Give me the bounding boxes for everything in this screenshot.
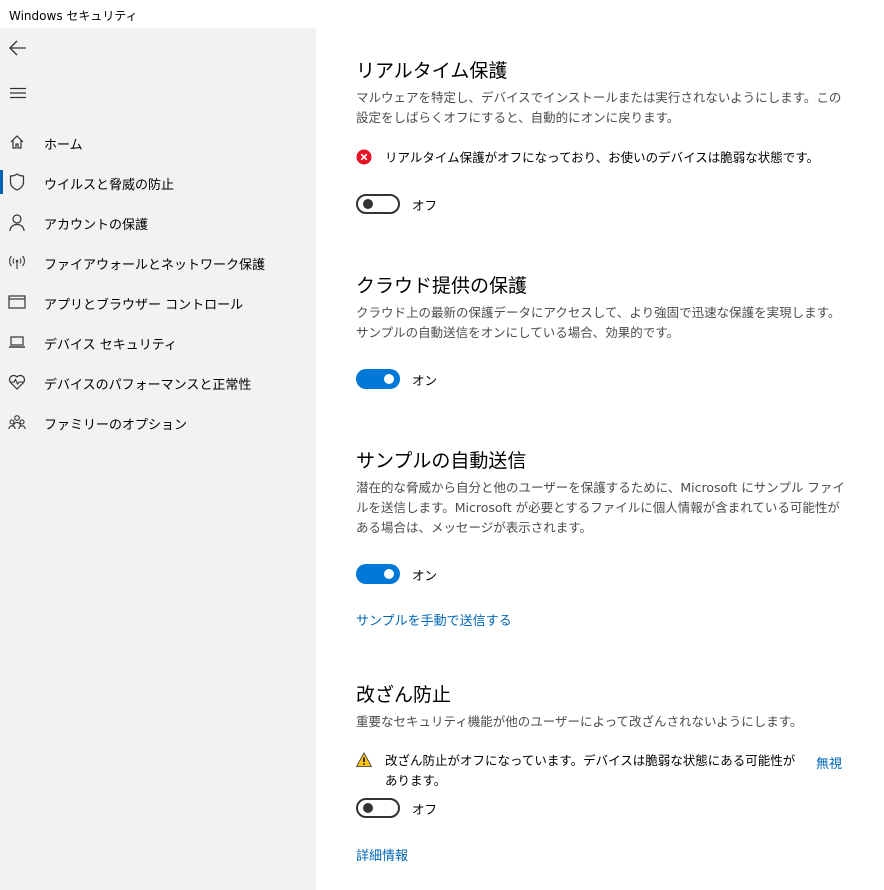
submit-sample-manually-link[interactable]: サンプルを手動で送信する: [356, 610, 512, 629]
error-icon: [356, 149, 372, 165]
back-button[interactable]: [6, 36, 30, 60]
sidebar-item-device-performance[interactable]: デバイスのパフォーマンスと正常性: [0, 364, 316, 400]
window-title: Windows セキュリティ: [9, 9, 138, 23]
cloud-protection-toggle[interactable]: [356, 369, 400, 389]
toggle-knob: [363, 199, 373, 209]
warning-icon: [356, 752, 372, 767]
main-content: リアルタイム保護 マルウェアを特定し、デバイスでインストールまたは実行されないよ…: [316, 28, 884, 890]
sample-submission-toggle[interactable]: [356, 564, 400, 584]
tamper-protection-toggle-row: オフ: [356, 798, 437, 818]
tamper-protection-toggle[interactable]: [356, 798, 400, 818]
realtime-protection-description: マルウェアを特定し、デバイスでインストールまたは実行されないようにします。この設…: [356, 90, 842, 125]
shield-icon: [8, 173, 26, 191]
sidebar-item-device-security[interactable]: デバイス セキュリティ: [0, 324, 316, 360]
sample-submission-description: 潜在的な脅威から自分と他のユーザーを保護するために、Microsoft にサンプ…: [356, 480, 845, 535]
heart-pulse-icon: [8, 373, 26, 391]
back-arrow-icon: [9, 40, 26, 56]
sidebar-item-virus-protection[interactable]: ウイルスと脅威の防止: [0, 164, 316, 200]
toggle-knob: [384, 374, 394, 384]
hamburger-menu-button[interactable]: [6, 81, 30, 105]
sidebar-item-app-browser-control[interactable]: アプリとブラウザー コントロール: [0, 284, 316, 320]
realtime-toggle-label: オフ: [412, 197, 438, 213]
sample-toggle-label: オン: [412, 567, 438, 583]
realtime-protection-toggle[interactable]: [356, 194, 400, 214]
realtime-protection-toggle-row: オフ: [356, 194, 437, 214]
sidebar-item-firewall[interactable]: ファイアウォールとネットワーク保護: [0, 244, 316, 280]
sidebar-item-label: ホーム: [44, 138, 83, 153]
app-window-icon: [8, 293, 26, 311]
sidebar-item-account-protection[interactable]: アカウントの保護: [0, 204, 316, 240]
sidebar-item-family-options[interactable]: ファミリーのオプション: [0, 404, 316, 440]
person-icon: [8, 213, 26, 231]
sample-submission-toggle-row: オン: [356, 564, 437, 584]
sidebar-item-label: ファイアウォールとネットワーク保護: [44, 258, 266, 273]
hamburger-icon: [10, 87, 26, 99]
tamper-protection-description: 重要なセキュリティ機能が他のユーザーによって改ざんされないようにします。: [356, 714, 803, 729]
home-icon: [8, 133, 26, 151]
realtime-protection-alert: リアルタイム保護がオフになっており、お使いのデバイスは脆弱な状態です。: [356, 148, 819, 168]
family-icon: [8, 413, 26, 431]
realtime-alert-text: リアルタイム保護がオフになっており、お使いのデバイスは脆弱な状態です。: [385, 150, 820, 165]
sidebar: ホーム ウイルスと脅威の防止 アカウントの保護 ファイアウォールとネットワーク保…: [0, 28, 316, 890]
cloud-toggle-label: オン: [412, 372, 438, 388]
tamper-toggle-label: オフ: [412, 801, 438, 817]
sidebar-item-label: ウイルスと脅威の防止: [44, 178, 175, 193]
learn-more-link[interactable]: 詳細情報: [356, 845, 408, 864]
tamper-protection-title: 改ざん防止: [356, 684, 452, 706]
tamper-protection-alert: 改ざん防止がオフになっています。デバイスは脆弱な状態にある可能性があります。: [356, 751, 801, 791]
sidebar-item-label: アプリとブラウザー コントロール: [44, 298, 244, 313]
sidebar-item-label: デバイスのパフォーマンスと正常性: [44, 378, 252, 393]
tamper-alert-text: 改ざん防止がオフになっています。デバイスは脆弱な状態にある可能性があります。: [385, 753, 796, 788]
sidebar-item-home[interactable]: ホーム: [0, 124, 316, 160]
active-indicator: [0, 170, 3, 194]
wifi-antenna-icon: [8, 253, 26, 271]
toggle-knob: [363, 803, 373, 813]
cloud-protection-description: クラウド上の最新の保護データにアクセスして、より強固で迅速な保護を実現します。サ…: [356, 305, 841, 340]
cloud-protection-toggle-row: オン: [356, 369, 437, 389]
toggle-knob: [384, 569, 394, 579]
dismiss-link[interactable]: 無視: [816, 753, 842, 772]
realtime-protection-title: リアルタイム保護: [356, 60, 508, 82]
sample-submission-title: サンプルの自動送信: [356, 450, 527, 472]
sidebar-item-label: ファミリーのオプション: [44, 418, 188, 433]
sidebar-item-label: デバイス セキュリティ: [44, 338, 177, 353]
cloud-protection-title: クラウド提供の保護: [356, 275, 528, 297]
title-bar: Windows セキュリティ: [0, 0, 884, 28]
laptop-icon: [8, 333, 26, 351]
sidebar-item-label: アカウントの保護: [44, 218, 149, 233]
